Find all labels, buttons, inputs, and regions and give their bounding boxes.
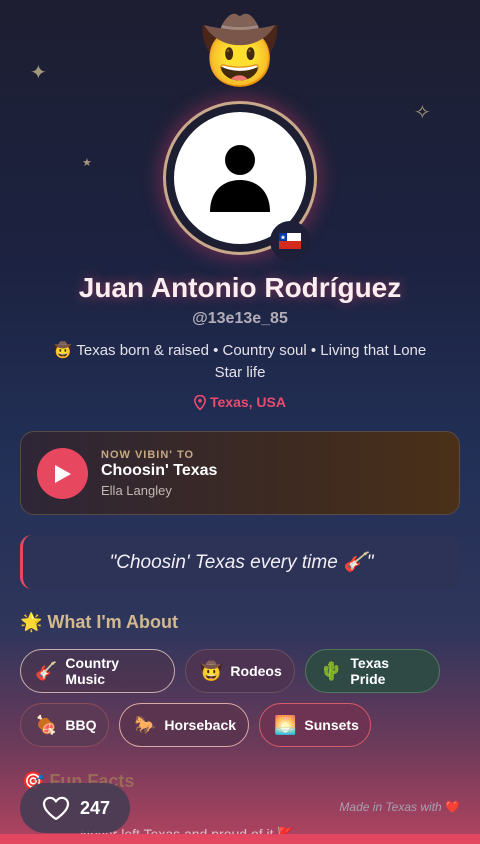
meat-icon: 🍖 <box>35 714 58 736</box>
now-playing-card[interactable]: NOW VIBIN' TO Choosin' Texas Ella Langle… <box>20 431 460 515</box>
tag-label: BBQ <box>65 717 97 733</box>
heart-outline-icon <box>42 796 70 820</box>
profile-handle: @13e13e_85 <box>192 310 288 327</box>
fun-fact-card-edge <box>0 834 480 844</box>
guitar-icon: 🎸 <box>35 660 58 682</box>
made-in-text: Made in Texas with <box>339 800 442 814</box>
interest-tag-country-music[interactable]: 🎸 Country Music <box>20 649 175 693</box>
tag-label: Sunsets <box>304 717 359 733</box>
profile-quote: "Choosin' Texas every time 🎸" <box>20 535 460 589</box>
interest-tag-horseback[interactable]: 🐎 Horseback <box>119 703 249 747</box>
sunset-icon: 🌅 <box>274 714 297 736</box>
sparkle-icon: ✧ <box>414 100 431 124</box>
location: Texas, USA <box>0 394 480 411</box>
flag-icon <box>279 233 301 249</box>
about-section-title: 🌟 What I'm About <box>20 612 179 632</box>
tag-label: Horseback <box>164 717 237 733</box>
cactus-icon: 🌵 <box>320 660 343 682</box>
like-button[interactable]: 247 <box>20 783 130 833</box>
made-in-footer: Made in Texas with ❤️ <box>339 800 460 814</box>
profile-bio: 🤠 Texas born & raised • Country soul • L… <box>53 342 427 381</box>
location-text: Texas, USA <box>210 394 286 410</box>
like-count: 247 <box>80 797 111 818</box>
play-button[interactable] <box>37 448 88 499</box>
song-title: Choosin' Texas <box>101 462 218 479</box>
tag-label: Rodeos <box>230 663 282 679</box>
interest-tag-bbq[interactable]: 🍖 BBQ <box>20 703 109 747</box>
now-playing-label: NOW VIBIN' TO <box>101 449 195 461</box>
profile-name: Juan Antonio Rodríguez <box>78 272 402 303</box>
tag-label: Country Music <box>65 655 120 687</box>
horse-icon: 🐎 <box>134 714 157 736</box>
artist-name: Ella Langley <box>101 483 172 498</box>
cowboy-icon: 🤠 <box>200 660 223 682</box>
interest-tag-rodeos[interactable]: 🤠 Rodeos <box>185 649 295 693</box>
heart-icon: ❤️ <box>445 800 460 814</box>
interest-tag-texas-pride[interactable]: 🌵 Texas Pride <box>305 649 440 693</box>
interest-tag-sunsets[interactable]: 🌅 Sunsets <box>259 703 371 747</box>
star-icon: ★ <box>82 156 92 169</box>
map-pin-icon <box>193 394 207 411</box>
sparkle-icon: ✦ <box>30 60 47 84</box>
flag-badge <box>270 221 310 261</box>
cowboy-emoji-icon: 🤠 <box>200 15 280 89</box>
profile-page: ✦ ✧ ★ 🤠 Juan Antonio Rodríguez @13e13e_8… <box>0 0 480 844</box>
tag-label: Texas Pride <box>350 655 390 687</box>
play-icon <box>54 464 71 483</box>
